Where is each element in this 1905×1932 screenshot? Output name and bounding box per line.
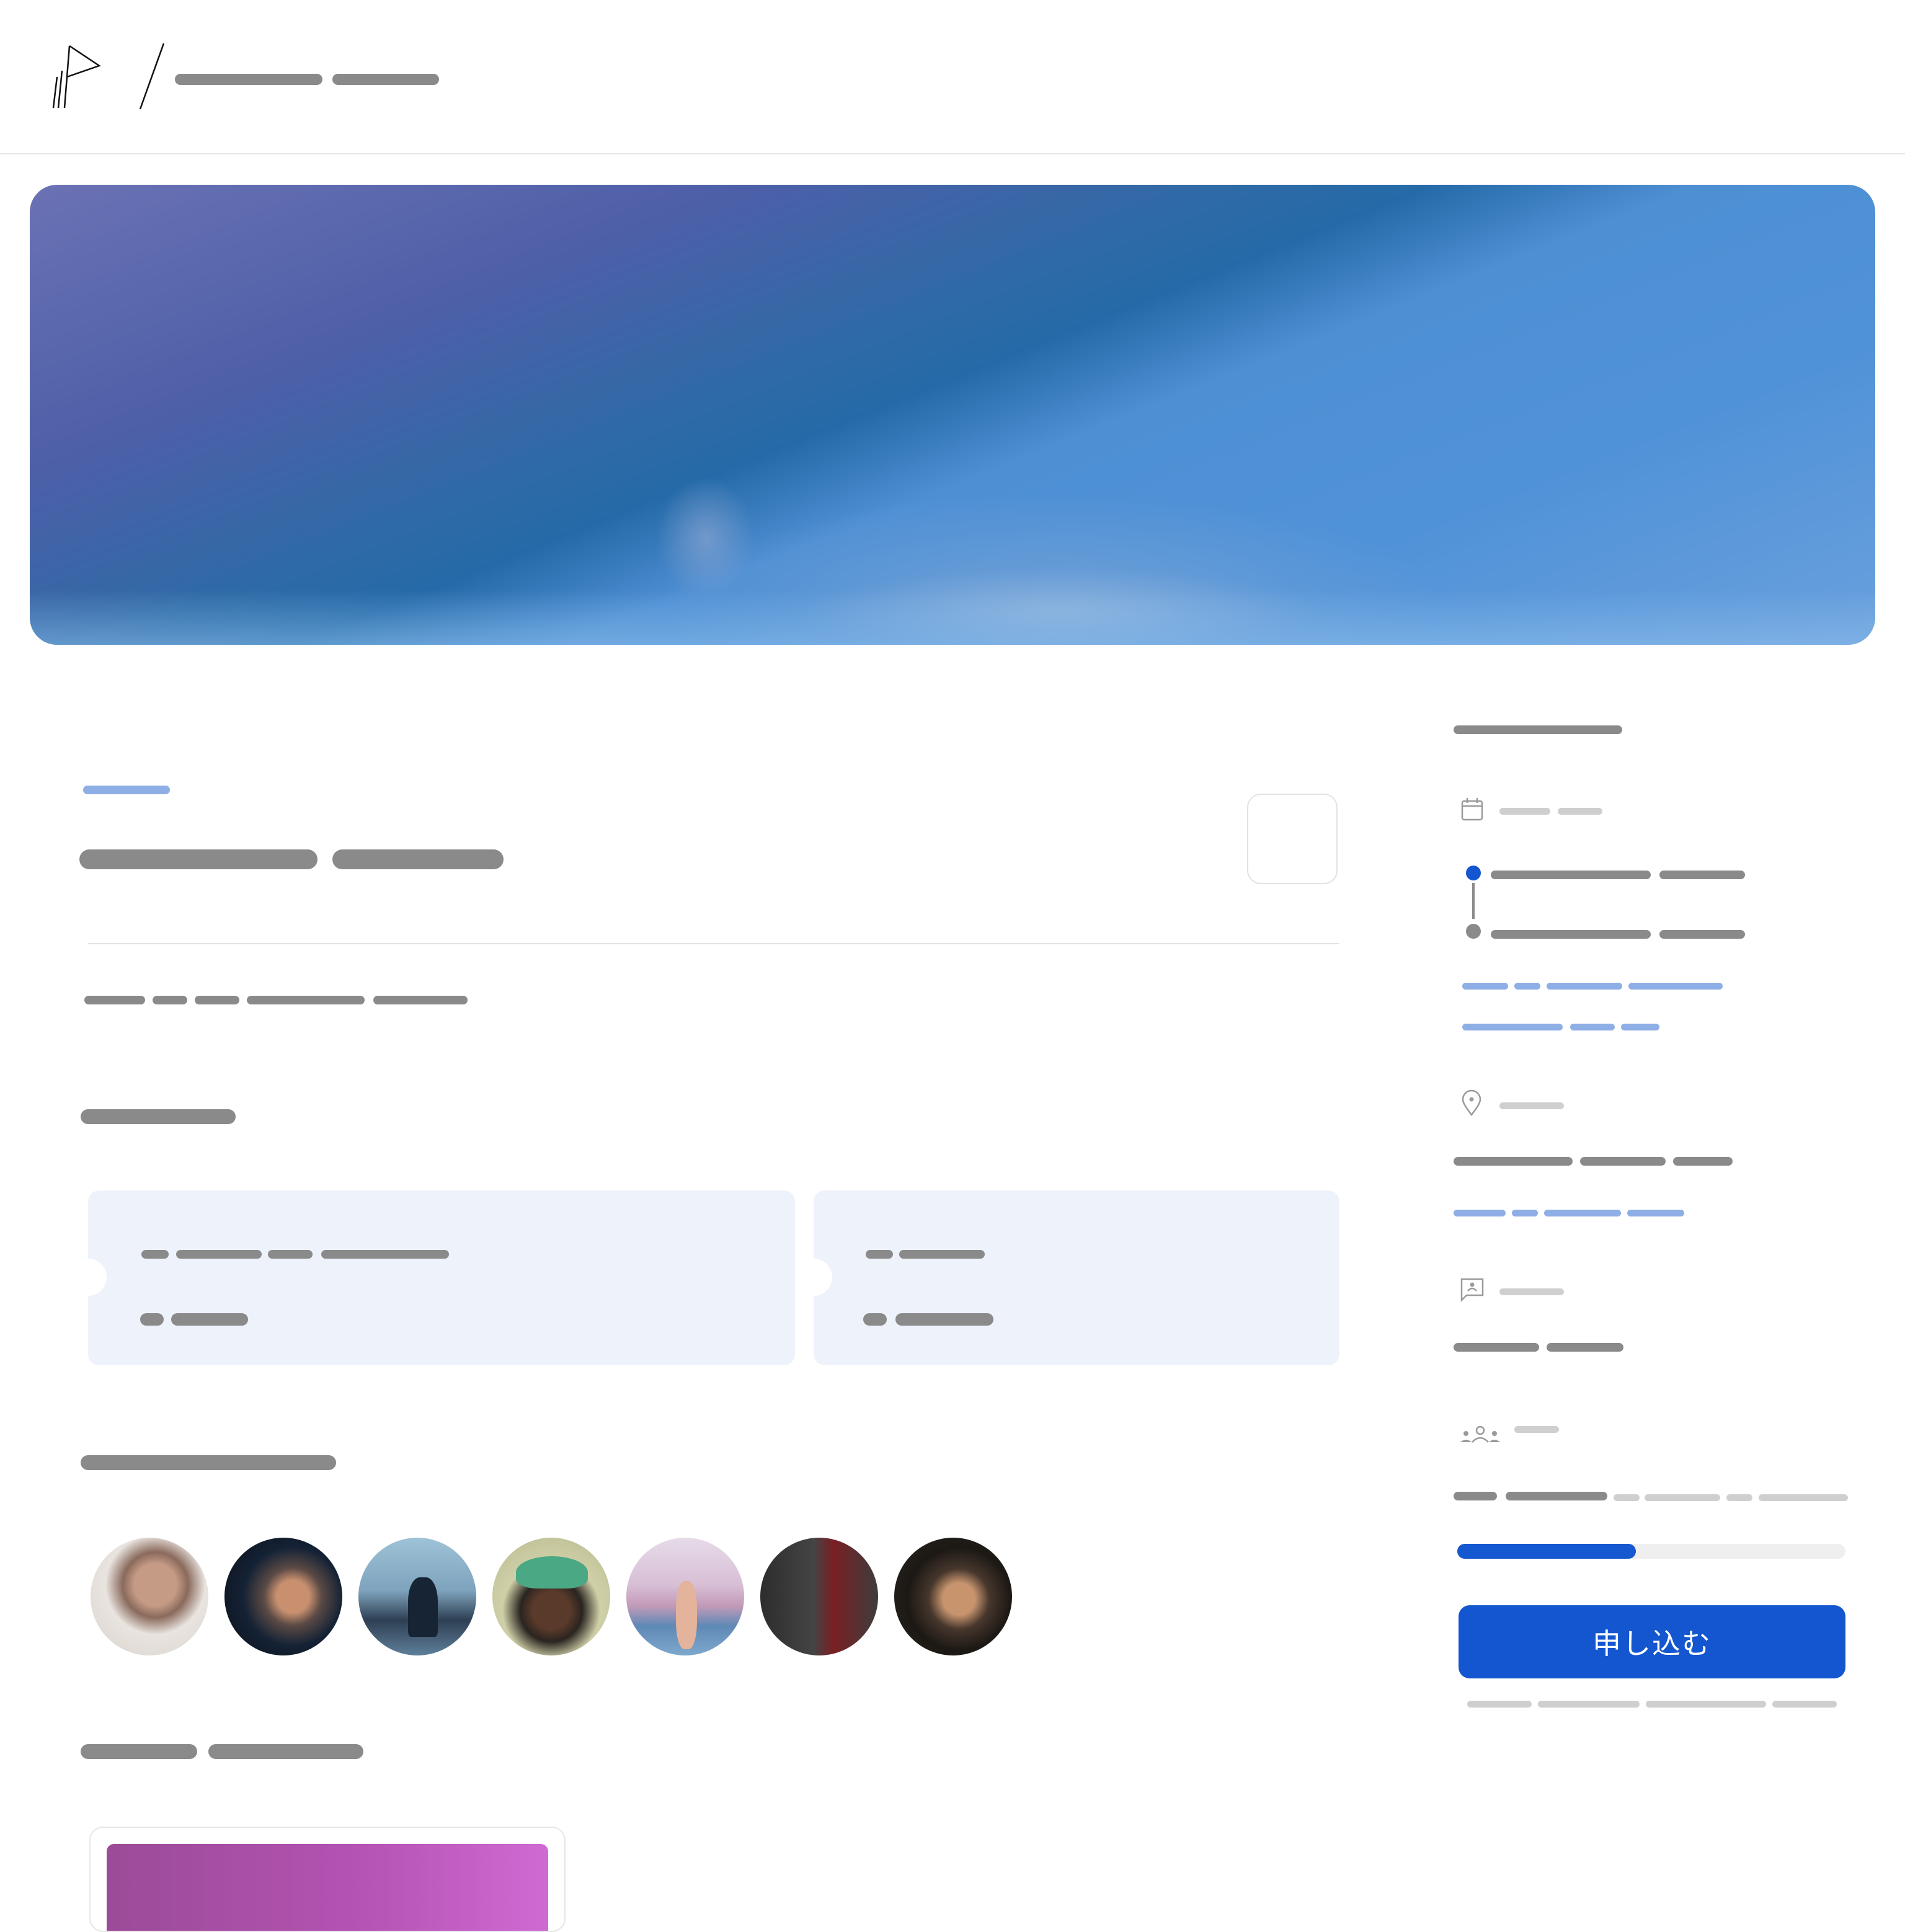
photos-heading-2 xyxy=(208,1744,363,1759)
host-text xyxy=(373,996,468,1004)
timezone-link[interactable] xyxy=(1462,1024,1563,1030)
attendees-heading xyxy=(81,1455,336,1470)
timezone-link[interactable] xyxy=(1570,1024,1615,1030)
event-date-label xyxy=(83,786,170,794)
ticket-name xyxy=(268,1250,313,1259)
timezone-link[interactable] xyxy=(1621,1024,1659,1030)
start-time xyxy=(1491,871,1651,879)
ticket-price xyxy=(171,1313,248,1326)
attendee-avatar[interactable] xyxy=(626,1538,744,1655)
ticket-card-2[interactable] xyxy=(795,1190,1339,1365)
photos-heading xyxy=(81,1744,197,1759)
attendee-avatar[interactable] xyxy=(358,1538,476,1655)
capacity-note xyxy=(1645,1494,1720,1501)
location-label xyxy=(1499,1102,1564,1109)
capacity-label xyxy=(1514,1426,1559,1433)
timeline-line xyxy=(1472,883,1475,919)
host-text xyxy=(195,996,239,1004)
people-icon xyxy=(1460,1425,1500,1443)
registration-progress-bar xyxy=(1457,1544,1845,1559)
calendar-icon xyxy=(1461,798,1483,821)
apply-note xyxy=(1538,1701,1640,1708)
capacity-note xyxy=(1614,1494,1640,1501)
add-to-calendar-link[interactable] xyxy=(1628,983,1723,990)
ticket-name xyxy=(321,1250,449,1259)
ticket-name xyxy=(866,1250,893,1259)
ticket-price xyxy=(863,1313,887,1326)
venue-name xyxy=(1580,1157,1666,1166)
top-header xyxy=(0,0,1905,154)
breadcrumb-separator xyxy=(139,43,165,110)
apply-button[interactable]: 申し込む xyxy=(1459,1605,1845,1678)
breadcrumb-group-name-2[interactable] xyxy=(332,74,439,85)
map-link[interactable] xyxy=(1544,1210,1621,1216)
capacity-note xyxy=(1759,1494,1848,1501)
tickets-heading xyxy=(81,1109,236,1124)
attendee-avatar[interactable] xyxy=(894,1538,1012,1655)
date-label xyxy=(1499,808,1550,815)
add-to-calendar-link[interactable] xyxy=(1462,983,1508,990)
photo-album-card[interactable] xyxy=(89,1827,566,1932)
message-icon xyxy=(1460,1278,1484,1302)
breadcrumb-group-name[interactable] xyxy=(175,74,322,85)
ticket-name xyxy=(176,1250,262,1259)
add-to-calendar-link[interactable] xyxy=(1547,983,1622,990)
map-link[interactable] xyxy=(1512,1210,1538,1216)
attendee-avatar[interactable] xyxy=(91,1538,208,1655)
apply-note xyxy=(1646,1701,1766,1708)
start-time xyxy=(1659,871,1745,879)
host-text xyxy=(247,996,365,1004)
event-title-2 xyxy=(332,849,504,869)
organizer-name[interactable] xyxy=(1547,1343,1623,1352)
ticket-price xyxy=(895,1313,993,1326)
attendee-avatar[interactable] xyxy=(760,1538,878,1655)
apply-note xyxy=(1772,1701,1837,1708)
attendee-avatar[interactable] xyxy=(492,1538,610,1655)
divider xyxy=(88,943,1339,944)
end-time xyxy=(1491,930,1651,939)
ticket-card[interactable] xyxy=(69,1190,795,1365)
capacity-count xyxy=(1454,1492,1497,1500)
flag-logo-icon[interactable] xyxy=(50,41,105,113)
registration-progress-fill xyxy=(1457,1544,1636,1559)
event-logo-box xyxy=(1247,794,1338,884)
date-label xyxy=(1558,808,1602,815)
map-link[interactable] xyxy=(1454,1210,1506,1216)
attendee-avatar[interactable] xyxy=(224,1538,342,1655)
capacity-count xyxy=(1506,1492,1607,1500)
contact-label xyxy=(1499,1288,1564,1295)
ticket-price xyxy=(140,1313,164,1326)
host-text xyxy=(84,996,145,1004)
venue-name xyxy=(1673,1157,1733,1166)
event-title xyxy=(79,849,318,869)
apply-note xyxy=(1467,1701,1532,1708)
add-to-calendar-link[interactable] xyxy=(1514,983,1540,990)
capacity-note xyxy=(1726,1494,1752,1501)
location-pin-icon xyxy=(1462,1090,1481,1116)
organizer-name[interactable] xyxy=(1454,1343,1539,1352)
start-dot xyxy=(1466,866,1481,880)
map-link[interactable] xyxy=(1627,1210,1684,1216)
host-text xyxy=(153,996,187,1004)
venue-name xyxy=(1454,1157,1573,1166)
event-cover-image xyxy=(30,185,1875,645)
end-time xyxy=(1659,930,1745,939)
ticket-name xyxy=(899,1250,985,1259)
sidebar-heading xyxy=(1454,725,1622,734)
end-dot xyxy=(1466,924,1481,939)
ticket-name xyxy=(141,1250,169,1259)
